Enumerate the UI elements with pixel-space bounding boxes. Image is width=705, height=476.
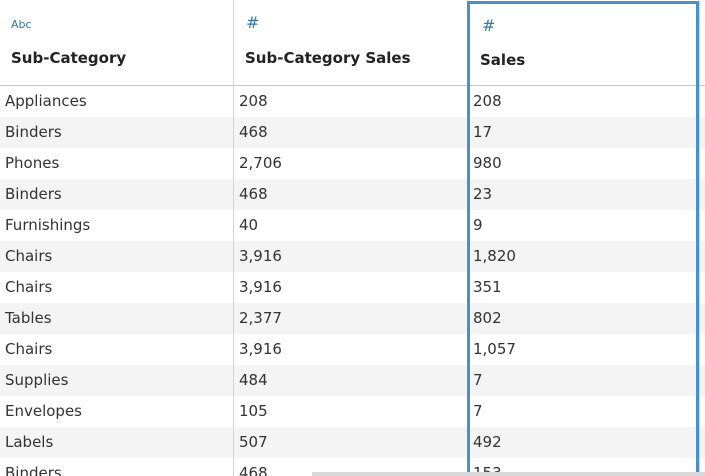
- table-cell[interactable]: 468: [234, 117, 468, 148]
- row-spacer: [700, 86, 705, 117]
- table-cell[interactable]: Binders: [0, 179, 234, 210]
- string-type-icon: Abc: [11, 18, 32, 31]
- data-grid: Abc Sub-Category # Sub-Category Sales # …: [0, 0, 705, 476]
- row-spacer: [700, 241, 705, 272]
- table-cell[interactable]: 208: [234, 86, 468, 117]
- table-cell[interactable]: 3,916: [234, 334, 468, 365]
- row-spacer: [700, 179, 705, 210]
- row-spacer: [700, 365, 705, 396]
- column-header-sales[interactable]: # Sales: [468, 0, 700, 86]
- table-cell[interactable]: 1,820: [468, 241, 700, 272]
- table-cell[interactable]: 507: [234, 427, 468, 458]
- number-type-icon: #: [246, 13, 260, 32]
- table-cell[interactable]: Chairs: [0, 272, 234, 303]
- table-cell[interactable]: 105: [234, 396, 468, 427]
- table-cell[interactable]: 208: [468, 86, 700, 117]
- table-cell[interactable]: Labels: [0, 427, 234, 458]
- table-cell[interactable]: 23: [468, 179, 700, 210]
- number-type-icon: #: [482, 16, 496, 35]
- row-spacer: [700, 334, 705, 365]
- table-cell[interactable]: 7: [468, 365, 700, 396]
- table-cell[interactable]: 2,706: [234, 148, 468, 179]
- table-cell[interactable]: Envelopes: [0, 396, 234, 427]
- table-cell[interactable]: 7: [468, 396, 700, 427]
- table-cell[interactable]: 980: [468, 148, 700, 179]
- table-cell[interactable]: 3,916: [234, 241, 468, 272]
- table-cell[interactable]: 40: [234, 210, 468, 241]
- table-cell[interactable]: Appliances: [0, 86, 234, 117]
- table-cell[interactable]: 9: [468, 210, 700, 241]
- column-header-label: Sales: [480, 51, 526, 69]
- table-cell[interactable]: Tables: [0, 303, 234, 334]
- row-spacer: [700, 210, 705, 241]
- column-header-sub-category[interactable]: Abc Sub-Category: [0, 0, 234, 86]
- row-spacer: [700, 148, 705, 179]
- row-spacer: [700, 427, 705, 458]
- table-cell[interactable]: 17: [468, 117, 700, 148]
- table-cell[interactable]: 2,377: [234, 303, 468, 334]
- row-spacer: [700, 303, 705, 334]
- table-cell[interactable]: 802: [468, 303, 700, 334]
- row-spacer: [700, 272, 705, 303]
- table-cell[interactable]: Furnishings: [0, 210, 234, 241]
- table-cell[interactable]: 484: [234, 365, 468, 396]
- table-cell[interactable]: Binders: [0, 117, 234, 148]
- column-header-label: Sub-Category Sales: [245, 49, 411, 67]
- column-header-label: Sub-Category: [11, 49, 127, 67]
- table-cell[interactable]: 492: [468, 427, 700, 458]
- table-cell[interactable]: Phones: [0, 148, 234, 179]
- table-cell[interactable]: 3,916: [234, 272, 468, 303]
- row-spacer: [700, 396, 705, 427]
- table-cell[interactable]: 468: [234, 179, 468, 210]
- column-header-sub-category-sales[interactable]: # Sub-Category Sales: [234, 0, 468, 86]
- table-cell[interactable]: 1,057: [468, 334, 700, 365]
- table-cell[interactable]: Binders: [0, 458, 234, 476]
- row-spacer: [700, 117, 705, 148]
- table-cell[interactable]: Supplies: [0, 365, 234, 396]
- header-spacer: [700, 0, 705, 86]
- horizontal-scrollbar[interactable]: [312, 472, 705, 476]
- table-cell[interactable]: 351: [468, 272, 700, 303]
- table-cell[interactable]: Chairs: [0, 241, 234, 272]
- table-cell[interactable]: Chairs: [0, 334, 234, 365]
